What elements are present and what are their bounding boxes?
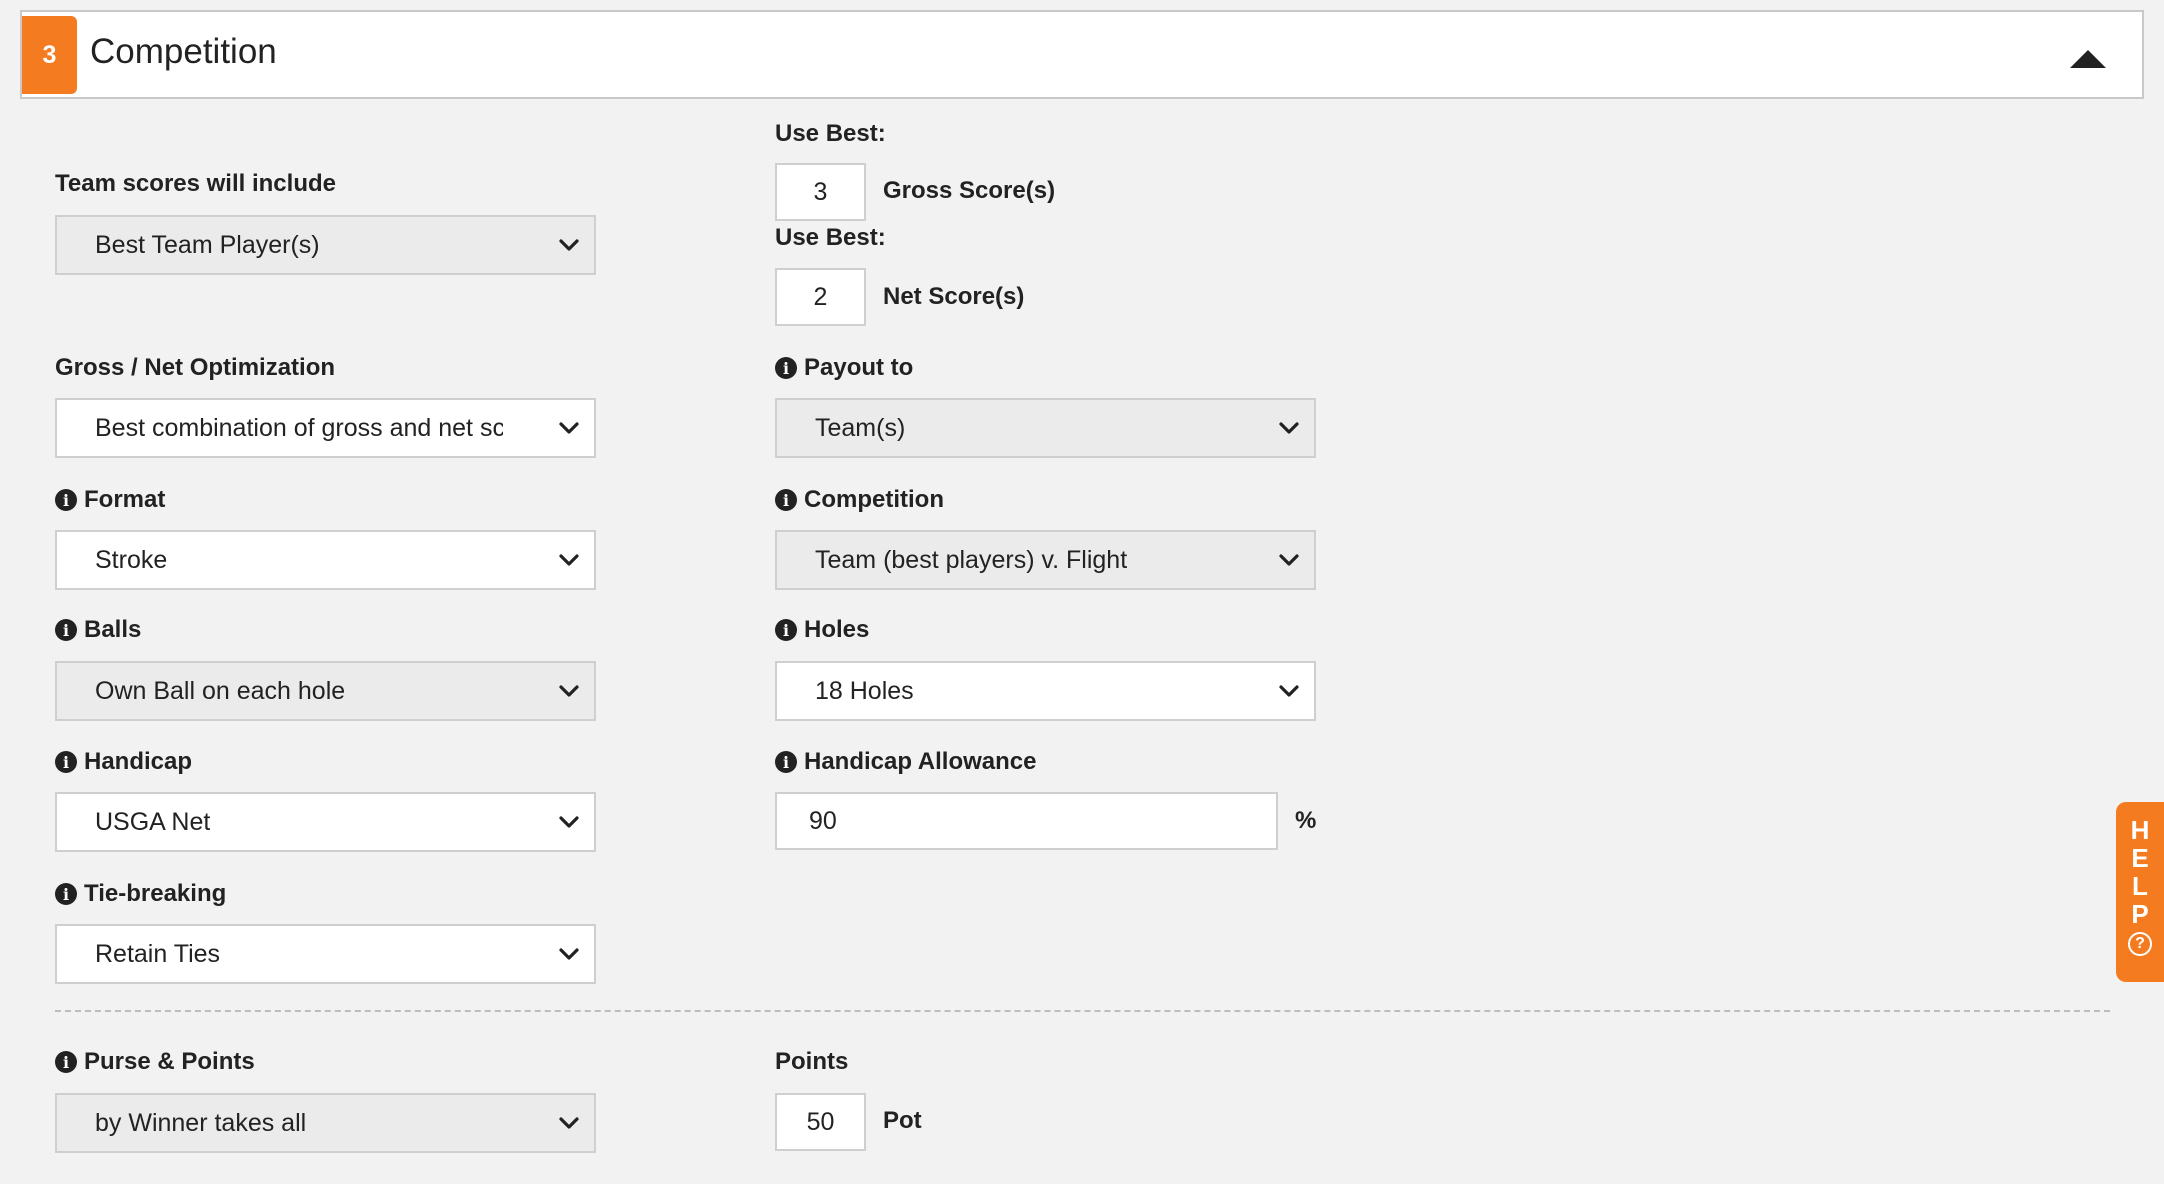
info-circle-icon[interactable]: i — [775, 619, 797, 641]
info-circle-icon[interactable]: i — [775, 751, 797, 773]
net-scores-suffix: Net Score(s) — [883, 283, 1025, 310]
holes-select[interactable]: 18 Holes — [775, 661, 1316, 721]
info-circle-icon[interactable]: i — [55, 489, 77, 511]
section-title: Competition — [90, 32, 277, 71]
help-tab[interactable]: H E L P ? — [2116, 802, 2164, 982]
chevron-down-icon — [559, 685, 579, 697]
chevron-down-icon — [559, 239, 579, 251]
net-count-value: 2 — [813, 282, 828, 311]
purse-points-select[interactable]: by Winner takes all — [55, 1093, 596, 1153]
help-letter: P — [2131, 899, 2149, 929]
step-number-badge: 3 — [22, 16, 77, 94]
balls-select[interactable]: Own Ball on each hole — [55, 661, 596, 721]
team-scores-value: Best Team Player(s) — [95, 230, 320, 259]
gross-net-select[interactable]: Best combination of gross and net scores — [55, 398, 596, 458]
gross-count-value: 3 — [813, 177, 828, 206]
tie-breaking-value: Retain Ties — [95, 939, 221, 968]
chevron-down-icon — [559, 554, 579, 566]
payout-to-label: i Payout to — [775, 354, 913, 382]
payout-to-value: Team(s) — [815, 413, 906, 442]
chevron-down-icon — [559, 816, 579, 828]
tie-breaking-select[interactable]: Retain Ties — [55, 924, 596, 984]
chevron-down-icon — [559, 948, 579, 960]
info-circle-icon[interactable]: i — [55, 619, 77, 641]
purse-points-value: by Winner takes all — [95, 1108, 307, 1137]
info-circle-icon[interactable]: i — [55, 883, 77, 905]
handicap-allowance-value: 90 — [809, 806, 837, 835]
handicap-allowance-input[interactable]: 90 — [775, 792, 1278, 850]
section-divider — [55, 1010, 2110, 1012]
balls-label: i Balls — [55, 616, 141, 644]
help-letter: L — [2132, 871, 2148, 901]
competition-select[interactable]: Team (best players) v. Flight — [775, 530, 1316, 590]
competition-label: i Competition — [775, 486, 944, 514]
format-label: i Format — [55, 486, 165, 514]
tie-breaking-label: i Tie-breaking — [55, 880, 226, 908]
use-best-net-label: Use Best: — [775, 224, 886, 251]
points-label: Points — [775, 1048, 849, 1075]
payout-to-select[interactable]: Team(s) — [775, 398, 1316, 458]
team-scores-label: Team scores will include — [55, 170, 336, 197]
caret-up-icon[interactable] — [2070, 50, 2106, 68]
percent-suffix: % — [1295, 807, 1317, 834]
chevron-down-icon — [1279, 422, 1299, 434]
competition-value: Team (best players) v. Flight — [815, 545, 1128, 574]
help-letter: H — [2130, 815, 2150, 845]
handicap-select[interactable]: USGA Net — [55, 792, 596, 852]
question-circle-icon: ? — [2128, 932, 2152, 956]
help-letter: E — [2131, 843, 2149, 873]
gross-count-input[interactable]: 3 — [775, 163, 866, 221]
handicap-allowance-label: i Handicap Allowance — [775, 748, 1037, 776]
handicap-label: i Handicap — [55, 748, 192, 776]
holes-value: 18 Holes — [815, 676, 914, 705]
net-count-input[interactable]: 2 — [775, 268, 866, 326]
chevron-down-icon — [559, 422, 579, 434]
gross-scores-suffix: Gross Score(s) — [883, 177, 1056, 204]
pot-suffix: Pot — [883, 1107, 922, 1134]
handicap-value: USGA Net — [95, 807, 211, 836]
info-circle-icon[interactable]: i — [775, 357, 797, 379]
info-circle-icon[interactable]: i — [55, 1051, 77, 1073]
format-select[interactable]: Stroke — [55, 530, 596, 590]
balls-value: Own Ball on each hole — [95, 676, 346, 705]
format-value: Stroke — [95, 545, 168, 574]
info-circle-icon[interactable]: i — [775, 489, 797, 511]
purse-points-label: i Purse & Points — [55, 1048, 255, 1076]
points-value: 50 — [806, 1107, 835, 1136]
competition-section-header[interactable]: 3 Competition — [20, 10, 2144, 99]
team-scores-select[interactable]: Best Team Player(s) — [55, 215, 596, 275]
info-circle-icon[interactable]: i — [55, 751, 77, 773]
holes-label: i Holes — [775, 616, 869, 644]
chevron-down-icon — [1279, 554, 1299, 566]
chevron-down-icon — [1279, 685, 1299, 697]
gross-net-label: Gross / Net Optimization — [55, 354, 336, 381]
use-best-gross-label: Use Best: — [775, 120, 886, 147]
chevron-down-icon — [559, 1117, 579, 1129]
points-input[interactable]: 50 — [775, 1093, 866, 1151]
gross-net-value: Best combination of gross and net scores — [95, 413, 503, 442]
